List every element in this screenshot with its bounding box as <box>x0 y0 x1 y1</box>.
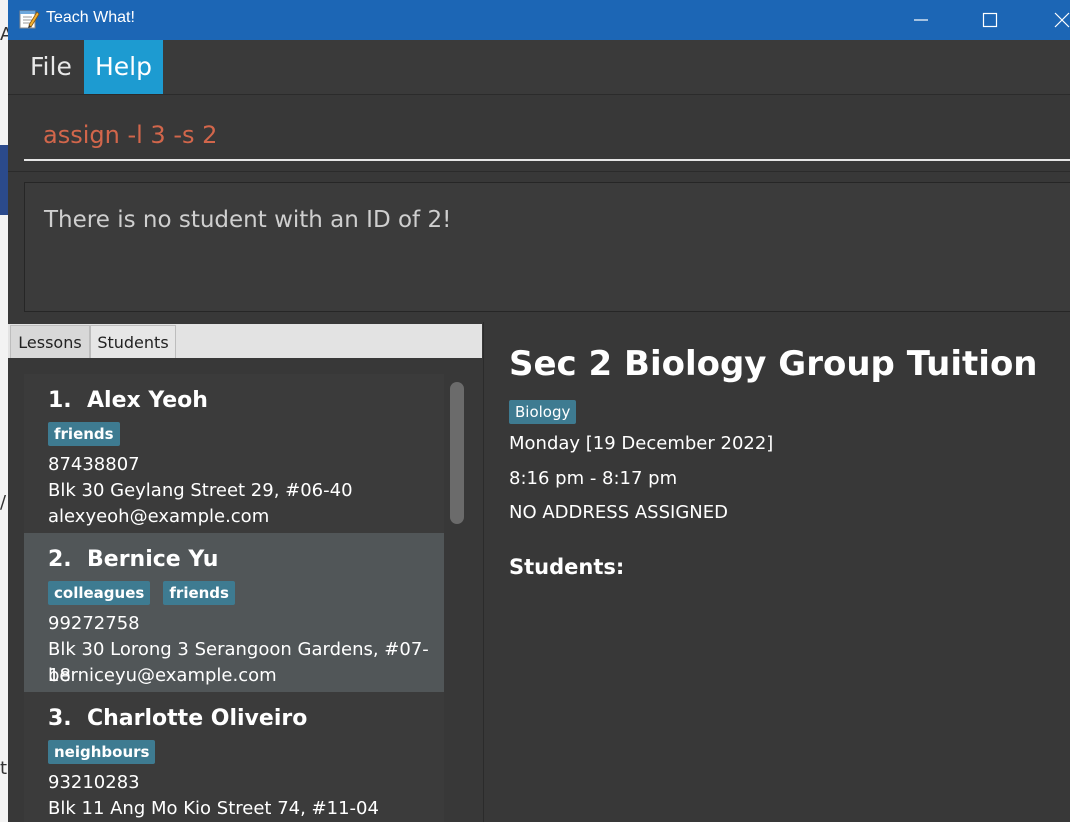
list-panel: Lessons Students 1. Alex Yeoh friends 87… <box>8 322 484 822</box>
lesson-date: Monday [19 December 2022] <box>509 433 774 454</box>
lesson-subject-badge: Biology <box>509 400 577 424</box>
lesson-address: NO ADDRESS ASSIGNED <box>509 502 728 523</box>
command-box <box>8 95 1070 172</box>
student-index: 1. <box>48 388 72 413</box>
lesson-detail-panel: Sec 2 Biology Group Tuition Biology Mond… <box>484 322 1070 822</box>
student-card[interactable]: 1. Alex Yeoh friends 87438807 Blk 30 Gey… <box>24 374 444 533</box>
close-button[interactable] <box>1038 0 1070 40</box>
tag-row: friends <box>48 422 444 452</box>
app-window: Teach What! File Help There is no studen… <box>8 0 1070 822</box>
student-card[interactable]: 2. Bernice Yu colleagues friends 9927275… <box>24 533 444 692</box>
student-list[interactable]: 1. Alex Yeoh friends 87438807 Blk 30 Gey… <box>24 374 444 822</box>
notepad-icon <box>18 8 40 30</box>
lesson-students-heading: Students: <box>509 555 625 579</box>
student-address: Blk 11 Ang Mo Kio Street 74, #11-04 <box>48 798 379 819</box>
student-name: 3. Charlotte Oliveiro <box>48 706 444 736</box>
tab-lessons[interactable]: Lessons <box>10 325 90 358</box>
student-name: 1. Alex Yeoh <box>48 388 444 418</box>
student-address: Blk 30 Lorong 3 Serangoon Gardens, #07-1… <box>48 639 429 686</box>
student-card[interactable]: 3. Charlotte Oliveiro neighbours 9321028… <box>24 692 444 822</box>
student-address: Blk 30 Geylang Street 29, #06-40 <box>48 480 353 501</box>
maximize-button[interactable] <box>966 0 1012 40</box>
scrollbar-thumb[interactable] <box>450 382 464 524</box>
lesson-title: Sec 2 Biology Group Tuition <box>509 344 1038 384</box>
student-name-text: Charlotte Oliveiro <box>87 706 308 731</box>
desktop-fragment-band <box>0 145 8 215</box>
tag-badge: friends <box>48 422 120 446</box>
tag-row: colleagues friends <box>48 581 444 611</box>
maximize-icon <box>982 12 998 28</box>
student-email: berniceyu@example.com <box>48 665 277 686</box>
title-bar[interactable]: Teach What! <box>8 0 1070 40</box>
student-phone: 87438807 <box>48 454 140 475</box>
desktop-fragment-text: t <box>0 758 8 779</box>
menu-file[interactable]: File <box>22 40 80 94</box>
tag-row: neighbours <box>48 740 444 770</box>
menu-help[interactable]: Help <box>84 40 163 94</box>
result-message: There is no student with an ID of 2! <box>44 207 452 233</box>
command-input[interactable] <box>24 111 1070 161</box>
student-phone: 99272758 <box>48 613 140 634</box>
menu-bar: File Help <box>8 40 1070 95</box>
desktop-background: A / t <box>0 0 12 822</box>
desktop-fragment-text: / <box>0 492 7 513</box>
tag-badge: colleagues <box>48 581 151 605</box>
student-email: alexyeoh@example.com <box>48 506 270 527</box>
student-list-scrollbar[interactable] <box>450 378 464 822</box>
tab-students[interactable]: Students <box>90 325 176 358</box>
student-name-text: Bernice Yu <box>87 547 219 572</box>
student-index: 2. <box>48 547 72 572</box>
lesson-time: 8:16 pm - 8:17 pm <box>509 468 678 489</box>
student-phone: 93210283 <box>48 772 140 793</box>
student-name-text: Alex Yeoh <box>87 388 208 413</box>
close-icon <box>1054 12 1070 28</box>
window-title: Teach What! <box>46 9 135 26</box>
tag-badge: neighbours <box>48 740 156 764</box>
student-name: 2. Bernice Yu <box>48 547 444 577</box>
tab-header: Lessons Students <box>8 324 482 358</box>
result-display: There is no student with an ID of 2! <box>8 172 1070 322</box>
tag-badge: friends <box>163 581 235 605</box>
minimize-icon <box>914 19 928 21</box>
minimize-button[interactable] <box>897 0 943 40</box>
student-index: 3. <box>48 706 72 731</box>
result-text-area[interactable]: There is no student with an ID of 2! <box>24 182 1070 312</box>
